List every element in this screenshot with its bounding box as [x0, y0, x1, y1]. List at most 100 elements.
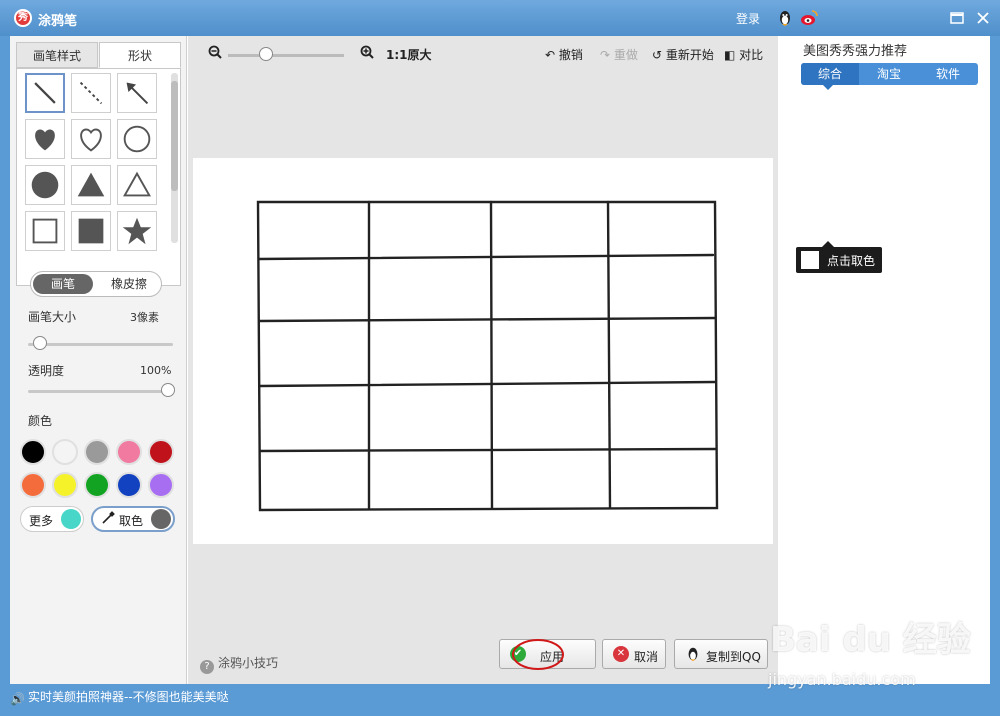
- compare-label: 对比: [739, 48, 764, 62]
- undo-icon: ↶: [545, 48, 556, 62]
- color-picker-label: 取色: [119, 514, 144, 528]
- baidu-watermark-logo: Bai du 经验: [770, 620, 971, 660]
- opacity-value: 100%: [140, 364, 172, 377]
- dashed-line-shape-icon[interactable]: [71, 73, 111, 113]
- app-logo-icon: 秀: [14, 9, 32, 27]
- actual-size-button[interactable]: 1:1原大: [386, 46, 432, 63]
- shape-grid: [16, 68, 181, 286]
- tab-general[interactable]: 综合: [801, 63, 859, 85]
- qq-penguin-icon: [685, 646, 701, 662]
- star-filled-shape-icon[interactable]: [117, 211, 157, 251]
- client-area: 画笔样式 形状 画笔 橡皮擦 画笔大小 3像素 透明度 100% 颜色 更多 取…: [10, 36, 990, 684]
- color-swatch[interactable]: [116, 472, 142, 498]
- circle-filled-shape-icon[interactable]: [25, 165, 65, 205]
- color-label: 颜色: [28, 414, 53, 428]
- square-outline-shape-icon[interactable]: [25, 211, 65, 251]
- circle-outline-shape-icon[interactable]: [117, 119, 157, 159]
- cancel-label: 取消: [634, 650, 659, 664]
- more-colors-button[interactable]: 更多: [20, 506, 84, 532]
- opacity-slider[interactable]: [28, 390, 173, 393]
- maximize-icon[interactable]: [948, 9, 966, 27]
- color-swatch[interactable]: [52, 472, 78, 498]
- pen-mode-button[interactable]: 画笔: [33, 274, 93, 294]
- picked-color-preview: [801, 251, 819, 269]
- undo-label: 撤销: [558, 48, 583, 62]
- recommendation-panel: 美图秀秀强力推荐 综合 淘宝 软件 点击取色: [779, 36, 990, 684]
- window-title: 涂鸦笔: [38, 14, 78, 29]
- hand-drawn-grid: [256, 200, 719, 512]
- zoom-out-icon[interactable]: [208, 45, 222, 62]
- status-ad-text[interactable]: 实时美颜拍照神器--不修图也能美美哒: [28, 688, 229, 705]
- tooltip-notch: [822, 241, 834, 247]
- square-filled-shape-icon[interactable]: [71, 211, 111, 251]
- scrollbar-thumb[interactable]: [171, 81, 178, 191]
- color-swatch[interactable]: [20, 472, 46, 498]
- color-picker-tooltip-text: 点击取色: [827, 254, 876, 268]
- tab-software[interactable]: 软件: [919, 63, 977, 85]
- color-picker-tooltip: 点击取色: [796, 241, 882, 273]
- cancel-button[interactable]: ✕ 取消: [602, 639, 666, 669]
- tab-brush-style[interactable]: 画笔样式: [16, 42, 98, 68]
- tools-panel: 画笔样式 形状 画笔 橡皮擦 画笔大小 3像素 透明度 100% 颜色 更多 取…: [10, 36, 187, 684]
- pen-eraser-toggle: 画笔 橡皮擦: [30, 271, 162, 297]
- doodle-tips-link[interactable]: ? 涂鸦小技巧: [200, 654, 278, 674]
- doodle-tips-label: 涂鸦小技巧: [218, 656, 279, 670]
- heart-filled-shape-icon[interactable]: [25, 119, 65, 159]
- cancel-x-icon: ✕: [613, 646, 629, 662]
- restart-icon: ↺: [652, 48, 663, 62]
- color-swatch[interactable]: [84, 439, 110, 465]
- login-link[interactable]: 登录: [736, 10, 760, 27]
- tool-tabs: 画笔样式 形状: [16, 42, 181, 68]
- tab-shape[interactable]: 形状: [99, 42, 181, 68]
- brush-size-slider-knob[interactable]: [32, 336, 47, 350]
- brush-size-label: 画笔大小: [28, 310, 77, 324]
- opacity-label: 透明度: [28, 364, 65, 378]
- brush-size-slider[interactable]: [28, 343, 173, 346]
- zoom-slider[interactable]: [228, 54, 344, 57]
- color-swatch[interactable]: [116, 439, 142, 465]
- recommendation-title: 美图秀秀强力推荐: [803, 44, 908, 59]
- recommendation-tabs: 综合 淘宝 软件: [801, 63, 978, 85]
- color-swatch[interactable]: [20, 439, 46, 465]
- baidu-watermark-url: jingyan.baidu.com: [768, 670, 916, 689]
- eraser-mode-button[interactable]: 橡皮擦: [97, 272, 161, 296]
- redo-label: 重做: [613, 48, 638, 62]
- arrow-shape-icon[interactable]: [117, 73, 157, 113]
- line-shape-icon[interactable]: [25, 73, 65, 113]
- copy-to-qq-button[interactable]: 复制到QQ: [674, 639, 768, 669]
- current-more-color-swatch: [61, 509, 81, 529]
- compare-icon: ◧: [724, 48, 736, 62]
- restart-button[interactable]: ↺ 重新开始: [652, 46, 714, 63]
- editor-toolbar: 1:1原大 ↶ 撤销 ↷ 重做 ↺ 重新开始 ◧ 对比: [188, 36, 778, 72]
- copy-to-qq-label: 复制到QQ: [706, 650, 761, 664]
- weibo-icon[interactable]: [800, 9, 818, 27]
- help-icon: ?: [200, 660, 214, 674]
- highlight-circle-annotation: [512, 639, 564, 670]
- brush-size-value: 3像素: [130, 311, 159, 324]
- restart-label: 重新开始: [665, 48, 714, 62]
- opacity-slider-knob[interactable]: [161, 383, 175, 397]
- color-swatch[interactable]: [52, 439, 78, 465]
- close-icon[interactable]: [974, 9, 992, 27]
- active-tab-pointer: [823, 85, 833, 90]
- color-picker-button[interactable]: 取色: [91, 506, 175, 532]
- drawing-canvas[interactable]: [193, 158, 773, 544]
- speaker-icon: 🔊: [10, 692, 25, 706]
- color-swatch[interactable]: [148, 472, 174, 498]
- color-swatch[interactable]: [148, 439, 174, 465]
- tab-taobao[interactable]: 淘宝: [860, 63, 918, 85]
- compare-button[interactable]: ◧ 对比: [724, 46, 763, 63]
- shape-grid-scrollbar[interactable]: [171, 73, 178, 243]
- zoom-slider-knob[interactable]: [258, 47, 273, 61]
- heart-outline-shape-icon[interactable]: [71, 119, 111, 159]
- zoom-in-icon[interactable]: [360, 45, 374, 62]
- color-swatch[interactable]: [84, 472, 110, 498]
- more-colors-label: 更多: [29, 514, 54, 528]
- triangle-filled-shape-icon[interactable]: [71, 165, 111, 205]
- undo-button[interactable]: ↶ 撤销: [545, 46, 583, 63]
- redo-button[interactable]: ↷ 重做: [600, 46, 638, 63]
- picked-color-swatch: [151, 509, 171, 529]
- app-window: 秀 涂鸦笔 登录 画笔样式 形状 画笔 橡皮擦 画笔大小 3像素 透明度 100…: [0, 0, 1000, 716]
- triangle-outline-shape-icon[interactable]: [117, 165, 157, 205]
- qq-penguin-icon[interactable]: [776, 9, 794, 27]
